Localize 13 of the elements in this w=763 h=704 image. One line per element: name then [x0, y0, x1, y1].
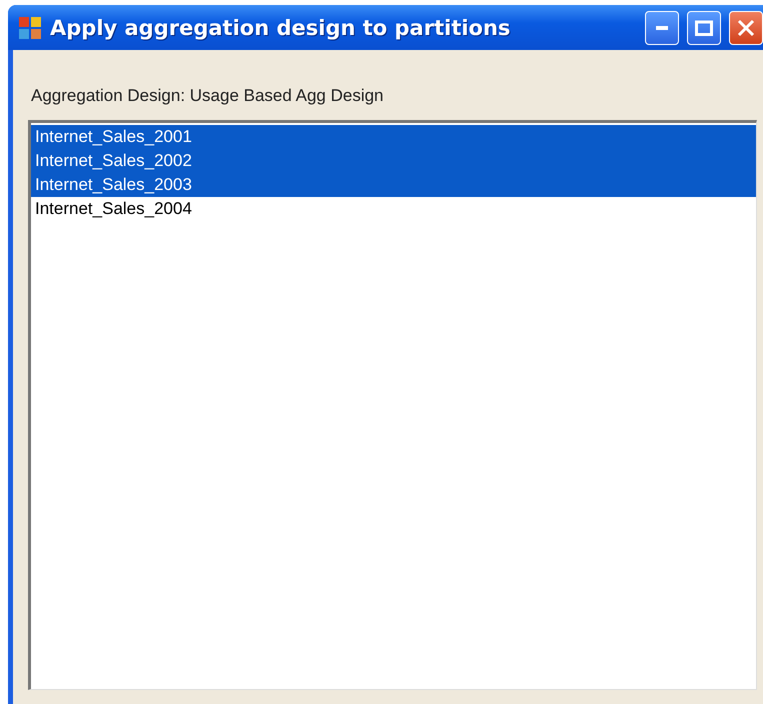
- maximize-icon: [695, 20, 713, 36]
- window-title: Apply aggregation design to partitions: [50, 16, 512, 40]
- partition-item[interactable]: Internet_Sales_2001: [31, 125, 756, 149]
- aggregation-design-label: Aggregation Design: Usage Based Agg Design: [31, 86, 385, 106]
- maximize-button[interactable]: [687, 10, 721, 44]
- close-icon: [737, 18, 755, 36]
- partition-item[interactable]: Internet_Sales_2002: [31, 149, 756, 173]
- partition-item[interactable]: Internet_Sales_2003: [31, 173, 756, 197]
- partition-item[interactable]: Internet_Sales_2004: [31, 197, 756, 221]
- minimize-button[interactable]: [645, 10, 679, 44]
- close-button[interactable]: [729, 10, 763, 44]
- minimize-icon: [656, 26, 668, 30]
- window-icon: [18, 16, 42, 40]
